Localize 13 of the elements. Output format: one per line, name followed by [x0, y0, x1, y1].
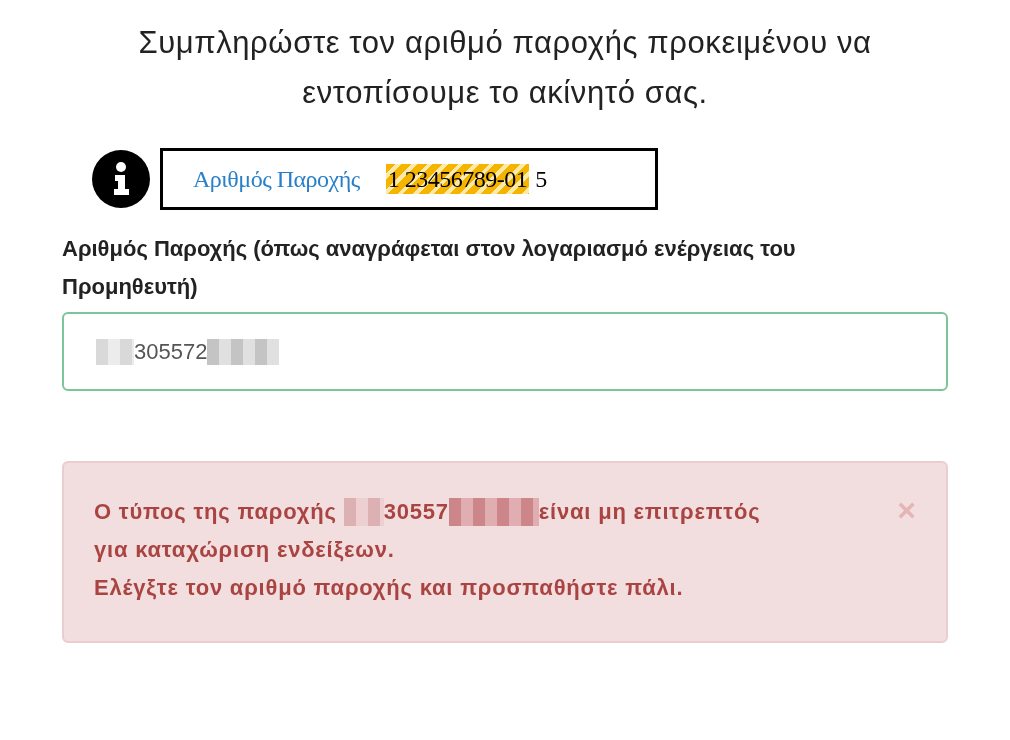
example-suffix: 5 — [535, 165, 548, 193]
field-label: Αριθμός Παροχής (όπως αναγράφεται στον λογαριασμό ενέργειας του Προμηθευτή) — [62, 235, 797, 301]
supply-number-field[interactable]: 305572 — [62, 312, 948, 391]
page-heading: Συμπληρώστε τον αριθμό παροχής προκειμένου να εντοπίσουμε το ακίνητό σας. — [137, 24, 873, 112]
example-label: Αριθμός Παροχής — [193, 165, 360, 193]
field-value: 305572 — [134, 338, 208, 365]
redaction-mark — [343, 498, 384, 526]
alert-hint: Ελέγξτε τον αριθμό παροχής και προσπαθήστε πάλι. — [94, 574, 685, 602]
alert-text: είναι μη επιτρεπτός — [538, 498, 761, 526]
alert-text: Ο τύπος της παροχής — [94, 498, 337, 526]
info-icon — [92, 150, 150, 208]
alert-text: για καταχώριση ενδείξεων. — [94, 536, 396, 564]
alert-text: 30557 — [383, 498, 449, 526]
